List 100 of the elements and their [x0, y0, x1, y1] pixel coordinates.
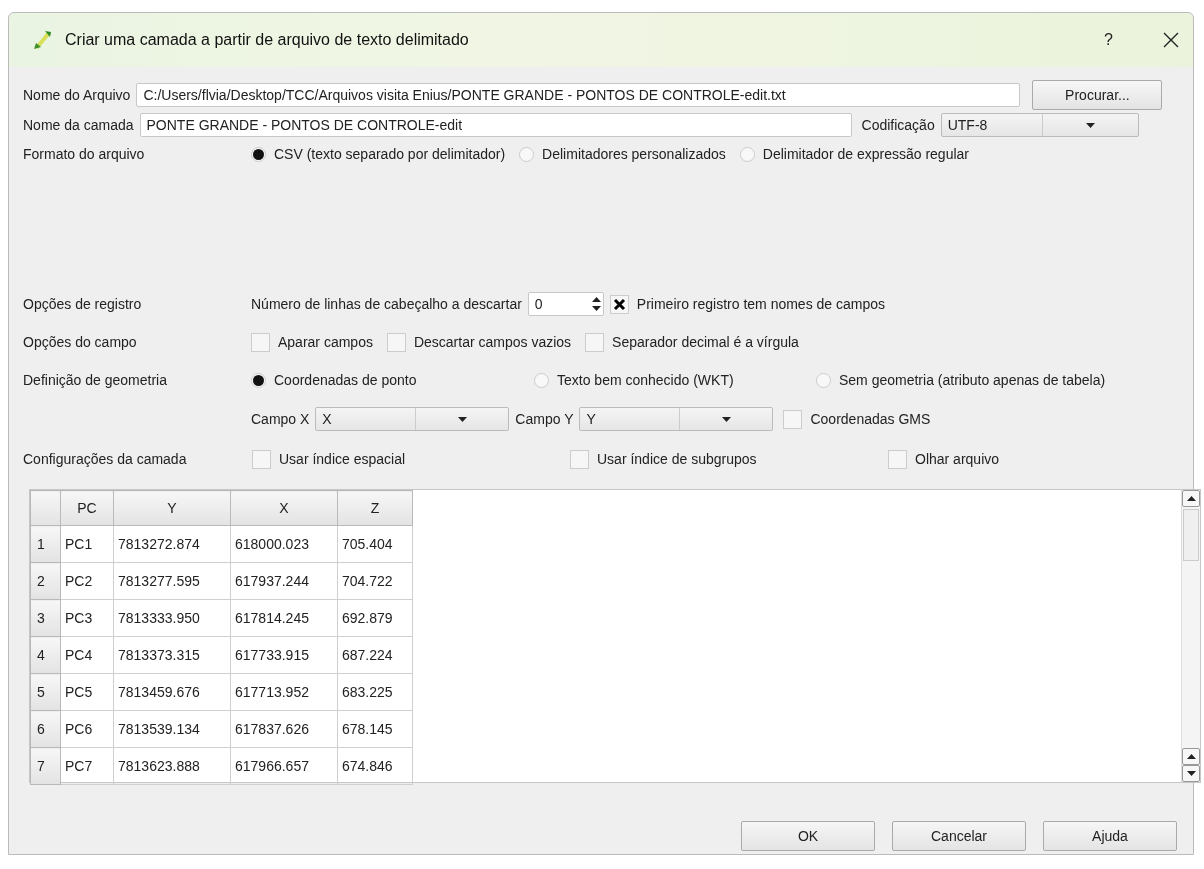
- column-header[interactable]: PC: [60, 490, 114, 526]
- checkbox[interactable]: [609, 294, 629, 314]
- table-cell: PC5: [60, 673, 114, 711]
- table-cell: 7813272.874: [113, 525, 231, 563]
- table-cell: 617837.626: [230, 710, 338, 748]
- table-cell: 678.145: [337, 710, 413, 748]
- field-label: Nome da camada: [23, 117, 134, 133]
- file-name-field[interactable]: C:/Users/flvia/Desktop/TCC/Arquivos visita Enius/PONTE GRANDE - PONTOS DE CONTROLE-edit.txt: [136, 83, 1021, 107]
- radio-button[interactable]: [519, 146, 535, 162]
- scroll-down-button[interactable]: [1182, 765, 1200, 782]
- field-label: Campo Y: [515, 411, 574, 427]
- checkbox[interactable]: [570, 449, 589, 469]
- row-header[interactable]: 4: [30, 636, 61, 674]
- table-cell: 7813459.676: [113, 673, 231, 711]
- table-cell: PC2: [60, 562, 114, 600]
- table-cell: 617713.952: [230, 673, 338, 711]
- pencil-icon: [31, 29, 53, 51]
- row-header[interactable]: 7: [30, 747, 61, 785]
- checkbox-label[interactable]: Coordenadas GMS: [810, 411, 931, 427]
- radio-label[interactable]: Coordenadas de ponto: [274, 372, 417, 388]
- checkbox[interactable]: [585, 332, 605, 352]
- row-header[interactable]: 2: [30, 562, 61, 600]
- caret-icon: [457, 416, 467, 422]
- field-label: Número de linhas de cabeçalho a descartar: [251, 296, 522, 312]
- checkbox[interactable]: [386, 332, 406, 352]
- dialog-button[interactable]: Cancelar: [892, 821, 1026, 851]
- table-cell: 617937.244: [230, 562, 338, 600]
- checkbox[interactable]: [888, 449, 907, 469]
- layer-name-field[interactable]: PONTE GRANDE - PONTOS DE CONTROLE-edit: [139, 113, 852, 137]
- scroll-up-button[interactable]: [1182, 490, 1200, 507]
- field-label: Nome do Arquivo: [23, 87, 131, 103]
- section-label: Formato do arquivo: [23, 146, 146, 162]
- encoding-dropdown[interactable]: UTF-8: [940, 113, 1139, 137]
- column-header[interactable]: Y: [113, 490, 231, 526]
- dialog-button[interactable]: Ajuda: [1043, 821, 1177, 851]
- row-header[interactable]: 6: [30, 710, 61, 748]
- checkbox[interactable]: [251, 332, 270, 352]
- table-cell: 7813277.595: [113, 562, 231, 600]
- spin-arrows-icon[interactable]: [591, 296, 601, 312]
- spin-box[interactable]: 0: [527, 292, 604, 316]
- radio-button[interactable]: [816, 372, 831, 388]
- caret-icon: [1085, 122, 1095, 128]
- table-cell: PC4: [60, 636, 114, 674]
- table-cell: 687.224: [337, 636, 413, 674]
- column-header[interactable]: X: [230, 490, 338, 526]
- checkbox-label[interactable]: Primeiro registro tem nomes de campos: [636, 296, 886, 312]
- radio-label[interactable]: Sem geometria (atributo apenas de tabela): [839, 372, 1106, 388]
- radio-label[interactable]: Delimitadores personalizados: [542, 146, 726, 162]
- row-header[interactable]: 5: [30, 673, 61, 711]
- checkbox-label[interactable]: Usar índice de subgrupos: [597, 451, 757, 467]
- checkbox-label[interactable]: Separador decimal é a vírgula: [612, 334, 799, 350]
- scroll-up-button[interactable]: [1182, 748, 1200, 765]
- radio-label[interactable]: Texto bem conhecido (WKT): [557, 372, 734, 388]
- x-field-dropdown[interactable]: X: [315, 407, 510, 431]
- checkbox[interactable]: [252, 449, 271, 469]
- checkbox-label[interactable]: Aparar campos: [278, 334, 373, 350]
- corner-header: [30, 490, 61, 526]
- radio-button[interactable]: [251, 146, 266, 162]
- table-cell: 7813333.950: [113, 599, 231, 637]
- table-cell: 617814.245: [230, 599, 338, 637]
- table-cell: 692.879: [337, 599, 413, 637]
- table-cell: 705.404: [337, 525, 413, 563]
- close-icon[interactable]: [1163, 32, 1179, 48]
- table-cell: 617733.915: [230, 636, 338, 674]
- column-header[interactable]: Z: [337, 490, 413, 526]
- radio-button[interactable]: [534, 372, 549, 388]
- checkbox-label[interactable]: Descartar campos vazios: [413, 334, 572, 350]
- radio-button[interactable]: [739, 146, 755, 162]
- section-label: Opções de registro: [23, 296, 143, 312]
- table-cell: 683.225: [337, 673, 413, 711]
- up-arrow-icon: [1186, 496, 1196, 501]
- field-label: Codificação: [861, 117, 935, 133]
- y-field-dropdown[interactable]: Y: [579, 407, 774, 431]
- checkbox-label[interactable]: Olhar arquivo: [915, 451, 1000, 467]
- checkbox[interactable]: [783, 409, 803, 429]
- table-cell: 617966.657: [230, 747, 338, 785]
- section-label: Definição de geometria: [23, 372, 168, 388]
- table-cell: PC7: [60, 747, 114, 785]
- table-cell: 704.722: [337, 562, 413, 600]
- checkbox-label[interactable]: Usar índice espacial: [279, 451, 406, 467]
- table-cell: PC3: [60, 599, 114, 637]
- radio-label[interactable]: Delimitador de expressão regular: [762, 146, 969, 162]
- row-header[interactable]: 1: [30, 525, 61, 563]
- dialog-button[interactable]: OK: [741, 821, 875, 851]
- cross-icon: [612, 297, 626, 311]
- help-button[interactable]: ?: [1104, 31, 1113, 49]
- row-header[interactable]: 3: [30, 599, 61, 637]
- table-cell: 7813539.134: [113, 710, 231, 748]
- browse-button[interactable]: Procurar...: [1032, 80, 1163, 110]
- table-cell: 618000.023: [230, 525, 338, 563]
- section-label: Opções do campo: [23, 334, 138, 350]
- table-cell: 7813373.315: [113, 636, 231, 674]
- scrollbar[interactable]: [1181, 490, 1200, 782]
- scrollbar-thumb[interactable]: [1183, 509, 1199, 561]
- radio-label[interactable]: CSV (texto separado por delimitador): [274, 146, 506, 162]
- radio-button[interactable]: [251, 372, 266, 388]
- table-cell: 674.846: [337, 747, 413, 785]
- table-cell: PC6: [60, 710, 114, 748]
- field-label: Campo X: [251, 411, 310, 427]
- window-title: Criar uma camada a partir de arquivo de texto delimitado: [65, 31, 470, 49]
